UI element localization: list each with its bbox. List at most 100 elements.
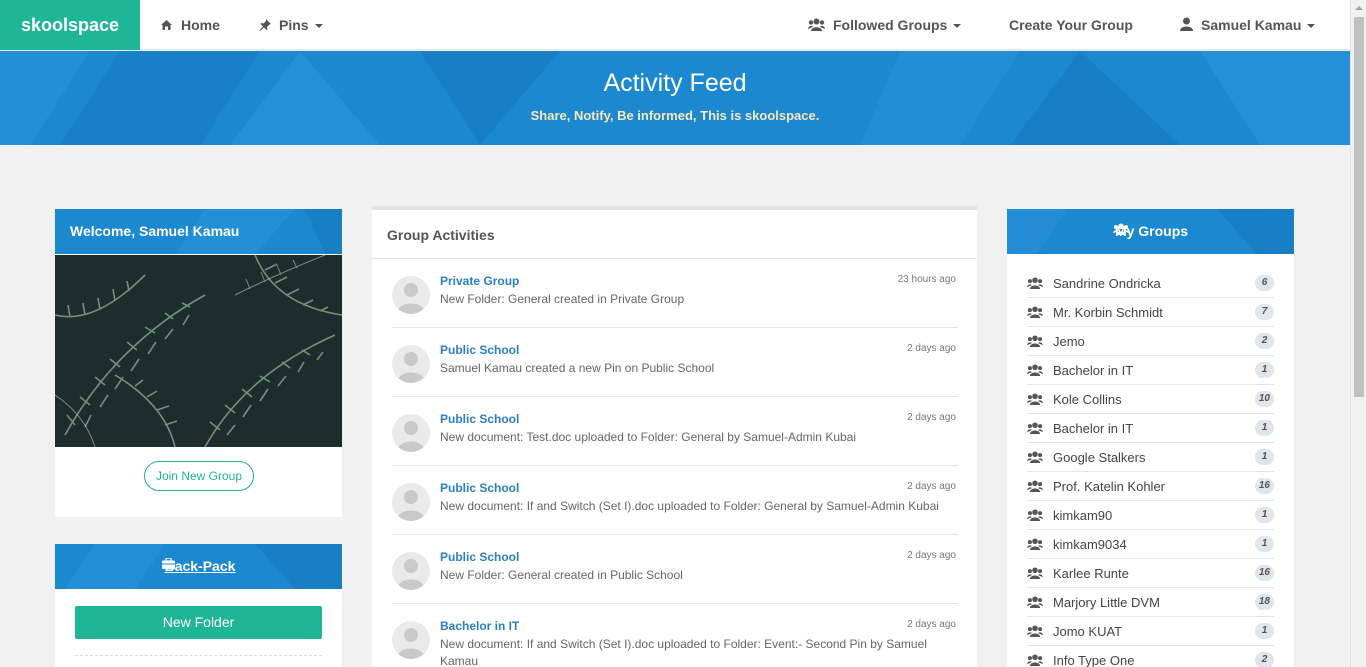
group-count-badge: 10 [1254,391,1274,407]
avatar-placeholder-icon [392,552,430,590]
group-list-item[interactable]: Sandrine Ondricka 6 [1027,269,1274,298]
activity-item: Bachelor in IT 2 days ago New document: If… [392,604,958,667]
chevron-down-icon [1307,24,1316,29]
group-list-item[interactable]: Marjory Little DVM 18 [1027,588,1274,617]
activity-group-link[interactable]: Public School [440,481,519,495]
group-icon [1027,335,1043,350]
nav-create-group[interactable]: Create Your Group [1009,0,1133,50]
group-list-item[interactable]: Karlee Runte 16 [1027,559,1274,588]
page-subtitle: Share, Notify, Be informed, This is skoo… [530,108,820,123]
group-count-badge: 1 [1255,362,1274,378]
nav-pins-label: Pins [279,17,309,33]
group-name: Jomo KUAT [1053,624,1123,639]
activity-group-link[interactable]: Private Group [440,274,519,288]
divider [75,655,322,656]
group-icon [1027,654,1043,667]
nav-followed-groups-dropdown[interactable]: Followed Groups [808,0,962,51]
group-list-item[interactable]: Jomo KUAT 1 [1027,617,1274,646]
nav-followed-groups-label: Followed Groups [833,17,948,33]
group-name: Google Stalkers [1053,450,1146,465]
welcome-panel: Welcome, Samuel Kamau Join New Group [55,209,342,517]
activity-item: Public School 2 days ago New document: Tes… [392,397,958,466]
group-count-badge: 7 [1255,304,1274,320]
group-count-badge: 1 [1255,536,1274,552]
backpack-panel: Back-Pack New Folder [55,544,342,667]
group-activities-panel: Group Activities Private Group 23 hours a… [372,206,977,667]
pin-icon [259,1,271,51]
group-icon [1027,393,1043,408]
group-list-item[interactable]: Mr. Korbin Schmidt 7 [1027,298,1274,327]
group-icon [1027,277,1043,292]
group-list-item[interactable]: kimkam9034 1 [1027,530,1274,559]
nav-home[interactable]: Home [160,0,220,50]
nav-home-label: Home [181,17,220,33]
group-icon [1027,480,1043,495]
group-count-badge: 1 [1255,623,1274,639]
group-icon [1027,596,1043,611]
activity-group-link[interactable]: Public School [440,550,519,564]
join-new-group-button[interactable]: Join New Group [144,461,254,491]
group-name: Kole Collins [1053,392,1122,407]
page-banner: Activity Feed Share, Notify, Be informed… [0,51,1350,145]
activity-timestamp: 2 days ago [907,619,956,630]
activity-text: Samuel Kamau created a new Pin on Public… [440,361,715,375]
group-list-item[interactable]: Bachelor in IT 1 [1027,356,1274,385]
group-list-item[interactable]: Jemo 2 [1027,327,1274,356]
group-count-badge: 18 [1254,594,1274,610]
activity-item: Public School 2 days ago New Folder: Gener… [392,535,958,604]
nav-user-label: Samuel Kamau [1201,17,1302,33]
group-name: Mr. Korbin Schmidt [1053,305,1163,320]
brand-logo[interactable]: skoolspace [0,0,140,50]
activity-group-link[interactable]: Public School [440,343,519,357]
group-list-item[interactable]: Kole Collins 10 [1027,385,1274,414]
group-icon [1027,306,1043,321]
activity-timestamp: 2 days ago [907,412,956,423]
group-count-badge: 2 [1255,333,1274,349]
group-name: Info Type One [1053,653,1135,667]
group-icon [1027,422,1043,437]
activity-text: New document: If and Switch (Set I).doc … [440,637,927,667]
avatar-placeholder-icon [392,276,430,314]
page-scrollbar[interactable] [1350,0,1366,667]
group-list-item[interactable]: Info Type One 2 [1027,646,1274,667]
group-list-item[interactable]: Bachelor in IT 1 [1027,414,1274,443]
activity-group-link[interactable]: Bachelor in IT [440,619,519,633]
nav-user-dropdown[interactable]: Samuel Kamau [1180,0,1316,51]
activity-item: Public School 2 days ago New document: If … [392,466,958,535]
group-icon [808,1,825,51]
group-count-badge: 16 [1254,565,1274,581]
user-icon [1180,1,1193,51]
group-list-item[interactable]: kimkam90 1 [1027,501,1274,530]
group-list-item[interactable]: Google Stalkers 1 [1027,443,1274,472]
group-name: kimkam90 [1053,508,1113,523]
group-count-badge: 6 [1255,275,1274,291]
group-list-item[interactable]: Prof. Katelin Kohler 16 [1027,472,1274,501]
group-name: Karlee Runte [1053,566,1129,581]
group-name: Jemo [1053,334,1085,349]
activity-group-link[interactable]: Public School [440,412,519,426]
activity-text: New Folder: General created in Private G… [440,292,685,306]
chevron-down-icon [314,24,323,29]
activity-text: New document: Test.doc uploaded to Folde… [440,430,857,444]
home-icon [160,1,173,51]
avatar-placeholder-icon [392,483,430,521]
backpack-header: Back-Pack [55,544,342,589]
group-icon [1027,509,1043,524]
chevron-down-icon [953,24,962,29]
avatar-placeholder-icon [392,621,430,659]
backpack-title: Back-Pack [164,558,236,574]
group-icon [1027,625,1043,640]
nav-pins-dropdown[interactable]: Pins [259,0,323,50]
activity-item: Private Group 23 hours ago New Folder: Gen… [392,259,958,328]
group-icon [1027,567,1043,582]
activity-text: New document: If and Switch (Set I).doc … [440,499,939,513]
group-name: Bachelor in IT [1053,363,1134,378]
new-folder-button[interactable]: New Folder [75,606,322,639]
profile-cover-image [55,255,342,447]
group-name: Sandrine Ondricka [1053,276,1161,291]
activity-timestamp: 2 days ago [907,481,956,492]
scrollbar-thumb[interactable] [1354,17,1364,397]
my-groups-header: My Groups [1007,209,1294,254]
scroll-up-icon[interactable] [1351,0,1366,16]
group-icon [1027,538,1043,553]
